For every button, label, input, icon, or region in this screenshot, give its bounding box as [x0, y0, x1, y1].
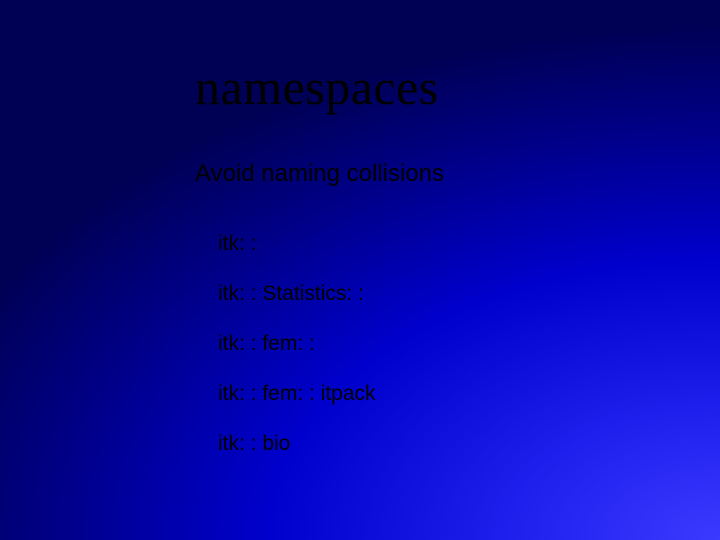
- list-item: itk: : fem: : itpack: [218, 382, 376, 406]
- namespace-list: itk: : itk: : Statistics: : itk: : fem: …: [218, 232, 376, 482]
- slide: namespaces Avoid naming collisions itk: …: [0, 0, 720, 540]
- slide-title: namespaces: [195, 58, 439, 116]
- slide-subtitle: Avoid naming collisions: [195, 160, 444, 188]
- list-item: itk: : bio: [218, 432, 376, 456]
- list-item: itk: :: [218, 232, 376, 256]
- list-item: itk: : Statistics: :: [218, 282, 376, 306]
- list-item: itk: : fem: :: [218, 332, 376, 356]
